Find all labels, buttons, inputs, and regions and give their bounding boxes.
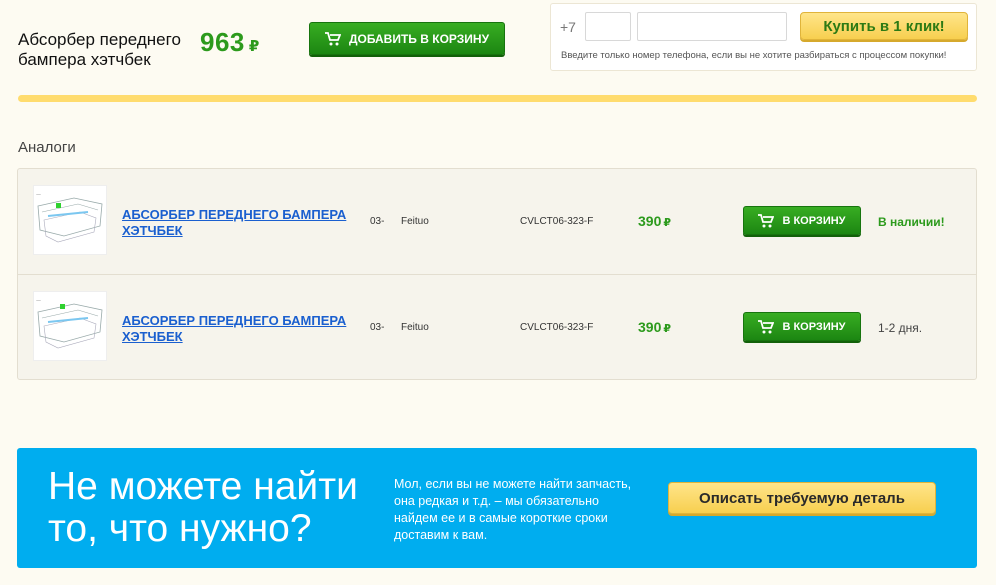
request-part-banner: Не можете найти то, что нужно? Мол, если… <box>17 448 977 568</box>
banner-text: Мол, если вы не можете найти запчасть, о… <box>394 477 632 542</box>
product-title: Абсорбер переднего бампера хэтчбек <box>18 30 181 69</box>
svg-text:—: — <box>36 298 41 304</box>
part-thumbnail[interactable]: — <box>33 185 107 255</box>
product-price-currency: ₽ <box>248 38 260 55</box>
divider-line <box>18 95 977 102</box>
analog-brand: Feituo <box>401 216 429 227</box>
phone-number-input[interactable] <box>637 12 787 41</box>
svg-text:—: — <box>36 192 41 198</box>
analog-cart-label: В корзину <box>782 214 846 227</box>
analogs-title: Аналоги <box>18 139 76 156</box>
add-to-cart-button[interactable]: Добавить в корзину <box>309 22 505 55</box>
cart-icon <box>758 319 775 333</box>
analog-year: 03- <box>370 216 385 227</box>
analog-price-currency: ₽ <box>663 217 672 229</box>
banner-heading: Не можете найти то, что нужно? <box>48 465 358 550</box>
one-click-hint: Введите только номер телефона, если вы н… <box>561 50 947 61</box>
analog-price-currency: ₽ <box>663 323 672 335</box>
analog-price-value: 390 <box>638 213 662 229</box>
one-click-form: +7 Купить в 1 клик! Введите только номер… <box>550 3 977 71</box>
product-price: 963 ₽ <box>200 27 260 58</box>
add-to-cart-label: Добавить в корзину <box>348 31 490 46</box>
analog-name-link[interactable]: Абсорбер переднего бампера хэтчбек <box>122 313 362 345</box>
table-row: — Абсорбер переднего бампера хэтчбек 03-… <box>18 169 976 274</box>
analog-status: В наличии! <box>878 215 945 229</box>
analogs-table: — Абсорбер переднего бампера хэтчбек 03-… <box>17 168 977 380</box>
analog-year: 03- <box>370 322 385 333</box>
analog-brand: Feituo <box>401 322 429 333</box>
analog-name-link[interactable]: Абсорбер переднего бампера хэтчбек <box>122 207 362 239</box>
analog-add-to-cart-button[interactable]: В корзину <box>743 312 861 341</box>
analog-price: 390 ₽ <box>638 213 671 229</box>
analog-add-to-cart-button[interactable]: В корзину <box>743 206 861 235</box>
table-row: — Абсорбер переднего бампера хэтчбек 03-… <box>18 274 976 379</box>
product-price-value: 963 <box>200 27 245 57</box>
describe-part-button[interactable]: Описать требуемую деталь <box>668 482 936 514</box>
analog-price: 390 ₽ <box>638 319 671 335</box>
phone-prefix: +7 <box>560 19 576 35</box>
analog-price-value: 390 <box>638 319 662 335</box>
part-thumbnail-icon: — <box>36 192 103 243</box>
part-thumbnail[interactable]: — <box>33 291 107 361</box>
phone-code-input[interactable] <box>585 12 631 41</box>
analog-status: 1-2 дня. <box>878 321 923 335</box>
analog-code: CVLCT06-323-F <box>520 322 594 333</box>
cart-icon <box>324 31 341 45</box>
analog-cart-label: В корзину <box>782 320 846 333</box>
buy-one-click-button[interactable]: Купить в 1 клик! <box>800 12 968 40</box>
cart-icon <box>758 213 775 227</box>
part-thumbnail-icon: — <box>36 298 103 349</box>
analog-code: CVLCT06-323-F <box>520 216 594 227</box>
